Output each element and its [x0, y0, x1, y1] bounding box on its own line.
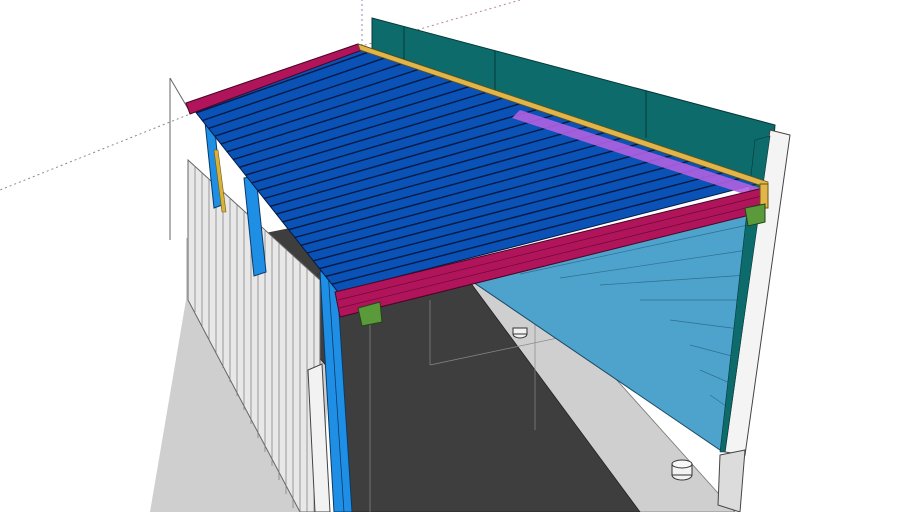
bracket-right [744, 203, 766, 227]
footing-cylinder-body [512, 327, 528, 335]
3d-model-viewport[interactable] [0, 0, 910, 512]
column-base [717, 449, 746, 512]
footing-cylinder-top [671, 459, 693, 469]
model-canvas [0, 0, 791, 512]
